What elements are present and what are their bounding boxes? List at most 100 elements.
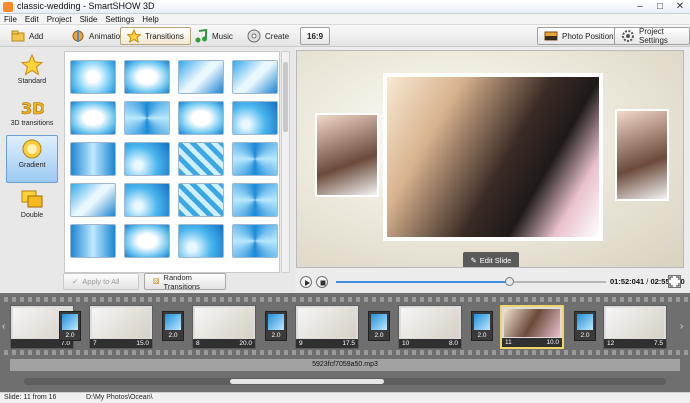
- tab-music[interactable]: Music: [187, 27, 240, 45]
- transition-thumb[interactable]: [232, 142, 278, 176]
- slide-strip: ‹ › 7.0 2.0 7 15.0 2.0 8 20.0 2.0 9 17.5 2.…: [0, 297, 690, 355]
- aspect-ratio-button[interactable]: 16:9: [300, 27, 331, 45]
- menu-slide[interactable]: Slide: [80, 14, 98, 24]
- photo-position-button[interactable]: Photo Position: [537, 27, 621, 45]
- transition-thumb[interactable]: [124, 224, 170, 258]
- star-icon: [126, 28, 142, 44]
- transition-thumb[interactable]: [178, 101, 224, 135]
- film-holes-bottom: [0, 350, 690, 355]
- star-icon: [20, 53, 44, 76]
- slide-image: [195, 308, 253, 338]
- project-settings-button[interactable]: Project Settings: [614, 27, 690, 45]
- title-bar: classic-wedding - SmartSHOW 3D – □ ✕: [0, 0, 690, 14]
- transition-thumb[interactable]: [232, 224, 278, 258]
- transition-thumb[interactable]: [232, 183, 278, 217]
- folder-icon: [11, 29, 25, 43]
- svg-text:3D: 3D: [21, 99, 44, 118]
- close-button[interactable]: ✕: [674, 1, 686, 13]
- transition-swatch: [268, 314, 284, 330]
- play-button[interactable]: [300, 276, 312, 288]
- current-time: 01:52:041: [610, 277, 645, 286]
- transition-slot[interactable]: 2.0: [471, 311, 493, 341]
- maximize-button[interactable]: □: [654, 1, 666, 13]
- menu-file[interactable]: File: [4, 14, 17, 24]
- menu-edit[interactable]: Edit: [25, 14, 39, 24]
- menu-project[interactable]: Project: [47, 14, 72, 24]
- scroll-left-icon[interactable]: ‹: [2, 321, 5, 332]
- transition-slot[interactable]: 2.0: [368, 311, 390, 341]
- side-photo-right: [615, 109, 669, 201]
- timeline-handle[interactable]: [504, 277, 514, 286]
- tab-create[interactable]: Create: [240, 27, 296, 45]
- transition-thumb[interactable]: [232, 60, 278, 94]
- scrollbar-thumb[interactable]: [230, 379, 384, 384]
- transition-thumb[interactable]: [70, 224, 116, 258]
- transition-slot[interactable]: 2.0: [162, 311, 184, 341]
- slide-preview: ✎ Edit Slide: [296, 50, 684, 268]
- transition-swatch: [62, 314, 78, 330]
- tab-add[interactable]: Add: [4, 27, 50, 45]
- pencil-icon: ✎: [470, 255, 477, 265]
- transition-thumb[interactable]: [178, 183, 224, 217]
- transition-thumb[interactable]: [124, 60, 170, 94]
- transition-thumb[interactable]: [178, 60, 224, 94]
- category-3d-transitions[interactable]: 3D 3D transitions: [6, 93, 58, 133]
- transition-gallery: [64, 51, 280, 273]
- transition-thumb[interactable]: [124, 183, 170, 217]
- apply-to-all-button[interactable]: ✔ Apply to All: [63, 273, 139, 290]
- random-transitions-button[interactable]: ⚄ Random Transitions: [144, 273, 226, 291]
- minimize-button[interactable]: –: [634, 1, 646, 13]
- wedding-photo: [387, 77, 599, 237]
- transition-thumb[interactable]: [70, 142, 116, 176]
- slide-thumb[interactable]: 7 15.0: [89, 305, 153, 349]
- category-gradient[interactable]: Gradient: [6, 135, 58, 183]
- gallery-scrollbar[interactable]: [281, 51, 290, 273]
- slide-thumb[interactable]: 10 8.0: [398, 305, 462, 349]
- transition-slot[interactable]: 2.0: [59, 311, 81, 341]
- playback-timeline[interactable]: [336, 277, 606, 286]
- player-controls: 01:52:041 / 02:55:550: [296, 272, 690, 292]
- transition-thumb[interactable]: [70, 101, 116, 135]
- category-double[interactable]: Double: [6, 185, 58, 225]
- fullscreen-button[interactable]: [668, 275, 681, 288]
- transition-slot[interactable]: 2.0: [265, 311, 287, 341]
- side-photo-left: [315, 113, 379, 197]
- gradient-icon: [20, 138, 44, 160]
- slide-thumb[interactable]: 9 17.5: [295, 305, 359, 349]
- storyboard-scrollbar[interactable]: [24, 378, 666, 385]
- transition-thumb[interactable]: [70, 60, 116, 94]
- menu-settings[interactable]: Settings: [105, 14, 134, 24]
- disc-icon: [247, 29, 261, 43]
- transition-slot[interactable]: 2.0: [574, 311, 596, 341]
- transition-thumb[interactable]: [178, 142, 224, 176]
- main-photo: [383, 73, 603, 241]
- scroll-right-icon[interactable]: ›: [680, 321, 683, 332]
- apply-icon: ✔: [72, 277, 79, 286]
- animation-icon: [71, 29, 85, 43]
- timeline-progress: [336, 281, 509, 283]
- transition-thumb[interactable]: [124, 142, 170, 176]
- transition-thumb[interactable]: [70, 183, 116, 217]
- scrollbar-thumb[interactable]: [283, 62, 288, 132]
- window-title: classic-wedding - SmartSHOW 3D: [17, 1, 155, 11]
- transitions-panel: Standard 3D 3D transitions Gradient Doub…: [0, 47, 295, 292]
- transition-swatch: [474, 314, 490, 330]
- slide-thumb[interactable]: 8 20.0: [192, 305, 256, 349]
- tab-transitions[interactable]: Transitions: [120, 27, 191, 45]
- stop-button[interactable]: [316, 276, 328, 288]
- category-standard[interactable]: Standard: [6, 51, 58, 91]
- slide-image: [92, 308, 150, 338]
- transition-thumb[interactable]: [178, 224, 224, 258]
- slide-image: [401, 308, 459, 338]
- slide-thumb[interactable]: 12 7.5: [603, 305, 667, 349]
- gear-icon: [621, 29, 635, 43]
- edit-slide-button[interactable]: ✎ Edit Slide: [463, 252, 519, 267]
- double-icon: [20, 188, 44, 210]
- menu-bar: File Edit Project Slide Settings Help: [0, 14, 690, 25]
- film-holes-top: [0, 297, 690, 302]
- menu-help[interactable]: Help: [142, 14, 158, 24]
- transition-thumb[interactable]: [124, 101, 170, 135]
- transition-thumb[interactable]: [232, 101, 278, 135]
- transition-categories: Standard 3D 3D transitions Gradient Doub…: [6, 51, 60, 227]
- slide-thumb-selected[interactable]: 11 10.0: [500, 305, 564, 349]
